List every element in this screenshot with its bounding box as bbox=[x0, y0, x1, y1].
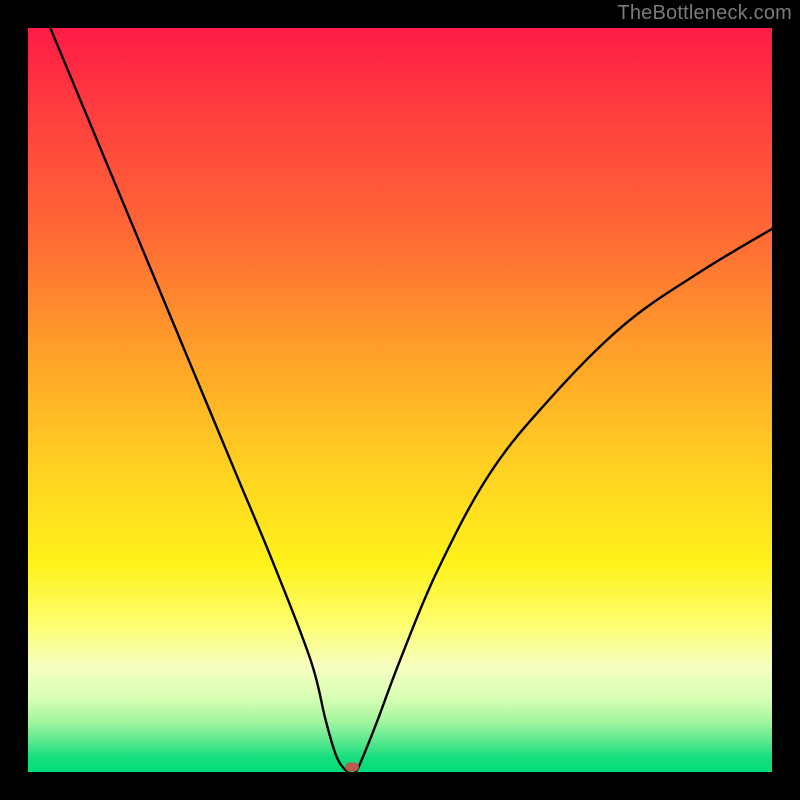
curve-svg bbox=[28, 28, 772, 772]
plot-area bbox=[28, 28, 772, 772]
bottleneck-curve-path bbox=[50, 28, 772, 772]
optimum-marker bbox=[345, 762, 359, 771]
chart-frame: TheBottleneck.com bbox=[0, 0, 800, 800]
watermark-text: TheBottleneck.com bbox=[617, 2, 792, 25]
